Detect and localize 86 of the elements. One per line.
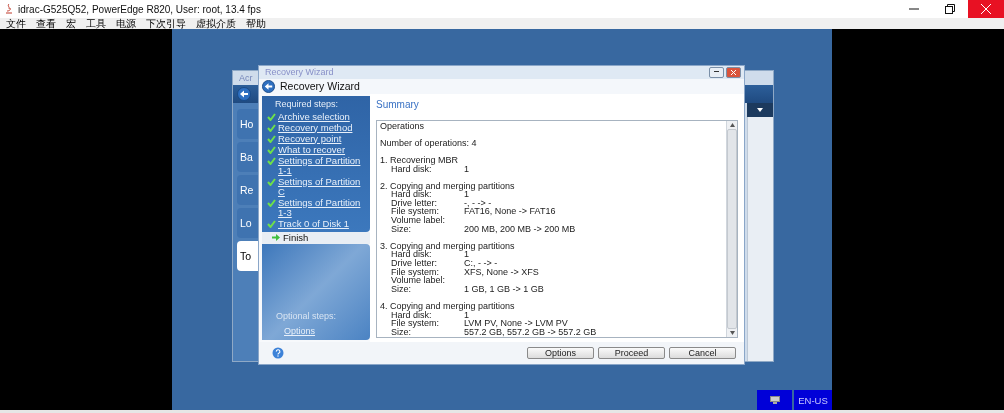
step-link[interactable]: Settings of Partition C [278, 176, 366, 197]
scrollbar[interactable] [747, 117, 773, 361]
sidebar-item[interactable]: Lo [237, 208, 260, 238]
close-button[interactable] [968, 0, 1004, 18]
close-button[interactable] [726, 66, 741, 78]
field-value: LVM PV, None -> LVM PV [464, 319, 568, 328]
field-value: XFS, None -> XFS [464, 267, 539, 277]
dropdown-button[interactable] [747, 103, 773, 117]
help-icon[interactable] [272, 347, 284, 360]
field-value: C:, - -> - [464, 259, 498, 268]
menu-item[interactable]: 帮助 [246, 18, 266, 29]
sidebar-item[interactable]: Ba [237, 142, 260, 172]
steps-heading: Required steps: [274, 98, 340, 109]
field-label: File system: [391, 319, 440, 328]
minimize-button[interactable] [709, 66, 724, 78]
back-icon[interactable] [262, 79, 275, 93]
check-icon [267, 198, 276, 207]
window-title: Recovery Wizard [265, 67, 335, 78]
sidebar-item[interactable]: Re [237, 175, 260, 205]
step-link[interactable]: Settings of Partition 1-3 [278, 197, 366, 218]
field-label: Volume label: [391, 276, 447, 285]
check-icon [267, 219, 276, 228]
arrow-icon [272, 234, 280, 242]
field-label: Hard disk: [391, 190, 432, 199]
back-icon[interactable] [237, 87, 251, 101]
operation-title: 2. Copying and merging partitions [380, 181, 516, 191]
window-title: Acr [238, 72, 254, 85]
field-label: Size: [391, 327, 411, 337]
step-link[interactable]: Track 0 of Disk 1 [278, 218, 366, 229]
field-value: 1 [464, 190, 469, 199]
monitor-icon [769, 396, 780, 404]
window-title: idrac-G525Q52, PowerEdge R820, User: root, 13.4 fps [18, 3, 262, 15]
menu-item[interactable]: 工具 [86, 18, 106, 29]
dialog-button[interactable]: Proceed [598, 347, 665, 360]
field-value: 1 [464, 250, 469, 260]
field-value: 200 MB, 200 MB -> 200 MB [464, 224, 576, 234]
java-icon [4, 3, 14, 15]
field-label: File system: [391, 207, 439, 217]
field-label: Hard disk: [391, 164, 432, 174]
operation-title: 4. Copying and merging partitions [380, 302, 516, 311]
field-value: 557.2 GB, 557.2 GB -> 557.2 GB [464, 327, 597, 337]
field-value: 1 [464, 310, 469, 320]
language-indicator[interactable]: EN-US [794, 390, 832, 410]
steps-heading: Optional steps: [276, 311, 338, 322]
field-label: Drive letter: [391, 198, 438, 208]
step-link[interactable]: Recovery method [278, 122, 366, 133]
summary-line: Number of operations: 4 [380, 138, 478, 148]
field-value: 1 [464, 164, 469, 174]
operation-title: 3. Copying and merging partitions [380, 241, 516, 251]
minimize-icon [909, 8, 919, 10]
menu-item[interactable]: 虚拟介质 [196, 18, 236, 29]
field-label: File system: [391, 267, 439, 277]
taskbar-button[interactable] [757, 390, 792, 410]
restore-icon [945, 4, 955, 14]
step-link[interactable]: What to recover [278, 144, 366, 155]
step-link[interactable]: Archive selection [278, 111, 366, 122]
close-icon [731, 69, 736, 75]
step-link[interactable]: Recovery point [278, 133, 366, 144]
field-label: Size: [391, 284, 412, 294]
close-icon [981, 4, 991, 14]
field-value: 1 GB, 1 GB -> 1 GB [464, 284, 544, 294]
summary-heading: Operations [380, 121, 426, 131]
sidebar-item[interactable]: Ho [237, 109, 260, 139]
sidebar-item[interactable]: To [237, 241, 260, 271]
field-label: Size: [391, 224, 412, 234]
field-value: FAT16, None -> FAT16 [464, 207, 556, 217]
field-label: Drive letter: [391, 259, 438, 268]
minimize-icon [714, 71, 719, 74]
scrollbar[interactable] [726, 120, 737, 338]
field-label: Hard disk: [391, 310, 433, 320]
menu-item[interactable]: 下次引导 [146, 18, 186, 29]
menu-item[interactable]: 宏 [66, 18, 76, 29]
menu-item[interactable]: 查看 [36, 18, 56, 29]
menu-item[interactable]: 电源 [116, 18, 136, 29]
dialog-button[interactable]: Cancel [669, 347, 736, 360]
field-value: -, - -> - [464, 198, 492, 208]
dialog-button[interactable]: Options [527, 347, 594, 360]
step-link[interactable]: Settings of Partition 1-1 [278, 155, 366, 176]
wizard-header: Recovery Wizard [280, 80, 360, 93]
caret-icon [757, 108, 763, 112]
operation-title: 1. Recovering MBR [380, 155, 460, 165]
field-label: Hard disk: [391, 250, 432, 260]
menu-item[interactable]: 文件 [6, 18, 26, 29]
field-label: Volume label: [391, 216, 447, 225]
check-icon [267, 177, 276, 186]
section-title: Summary [376, 98, 420, 110]
